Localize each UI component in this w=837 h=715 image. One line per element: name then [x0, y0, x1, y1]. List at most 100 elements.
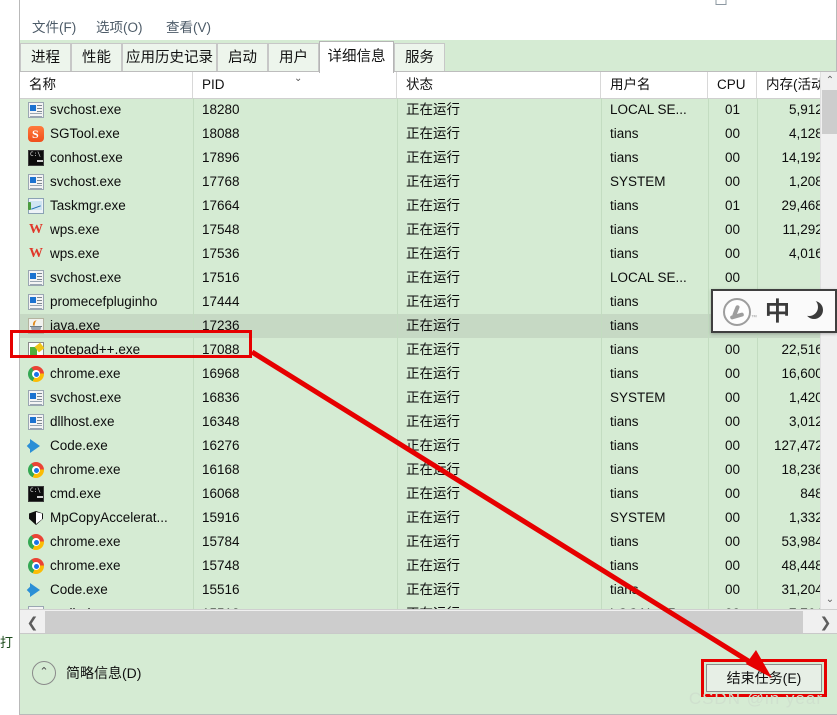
table-row[interactable]: Wwps.exe17548正在运行tians0011,292 |: [20, 218, 837, 242]
cell-cpu: 00: [708, 458, 757, 482]
table-row[interactable]: svchost.exe16836正在运行SYSTEM001,420 |: [20, 386, 837, 410]
cell-username: tians: [601, 434, 708, 458]
cell-cpu: 00: [708, 530, 757, 554]
cell-process-name: cmd.exe: [20, 482, 193, 506]
table-row[interactable]: chrome.exe16168正在运行tians0018,236 |: [20, 458, 837, 482]
cell-process-name: Code.exe: [20, 578, 193, 602]
menu-item-file[interactable]: 文件(F): [28, 17, 80, 38]
table-row[interactable]: MpCopyAccelerat...15916正在运行SYSTEM001,332…: [20, 506, 837, 530]
scroll-left-arrow-icon[interactable]: ❮: [20, 610, 45, 633]
table-row[interactable]: Code.exe15516正在运行tians0031,204 |: [20, 578, 837, 602]
horizontal-scrollbar[interactable]: ❮ ❯: [20, 609, 837, 633]
cell-pid: 15512: [193, 602, 397, 609]
cell-process-name: chrome.exe: [20, 554, 193, 578]
cell-cpu: 00: [708, 146, 757, 170]
cell-status: 正在运行: [397, 266, 601, 290]
minimize-button[interactable]: [652, 0, 698, 2]
column-header-cpu[interactable]: CPU: [708, 72, 757, 98]
tab-app-history[interactable]: 应用历史记录: [122, 43, 217, 72]
cell-username: SYSTEM: [601, 170, 708, 194]
ime-status-bar[interactable]: ™ 中: [711, 289, 837, 333]
tab-performance[interactable]: 性能: [71, 43, 122, 72]
cell-pid: 16836: [193, 386, 397, 410]
cell-status: 正在运行: [397, 98, 601, 122]
table-row[interactable]: SSGTool.exe18088正在运行tians004,128 |: [20, 122, 837, 146]
cell-cpu: 00: [708, 266, 757, 290]
cell-pid: 17236: [193, 314, 397, 338]
vertical-scrollbar-thumb[interactable]: [822, 90, 837, 134]
cell-process-name: SGTool.exe: [20, 122, 193, 146]
table-row[interactable]: audiodg.exe15512正在运行LOCAL SE...007,764 |: [20, 602, 837, 609]
cell-cpu: 00: [708, 218, 757, 242]
maximize-icon: [716, 0, 727, 5]
cell-username: SYSTEM: [601, 386, 708, 410]
table-row[interactable]: notepad++.exe17088正在运行tians0022,516 |: [20, 338, 837, 362]
cell-process-name: Code.exe: [20, 434, 193, 458]
cell-process-name: java.exe: [20, 314, 193, 338]
table-row[interactable]: C:\conhost.exe17896正在运行tians0014,192 |: [20, 146, 837, 170]
scroll-down-arrow-icon[interactable]: ⌄: [821, 591, 837, 609]
table-row[interactable]: Wwps.exe17536正在运行tians004,016 |: [20, 242, 837, 266]
tab-users[interactable]: 用户: [268, 43, 319, 72]
fewer-details-label: 简略信息(D): [66, 663, 141, 683]
desktop-left-text: 打: [0, 600, 14, 685]
table-row[interactable]: chrome.exe15748正在运行tians0048,448 |: [20, 554, 837, 578]
cell-pid: 16068: [193, 482, 397, 506]
cell-pid: 15916: [193, 506, 397, 530]
vertical-scrollbar[interactable]: ⌃ ⌄: [820, 72, 837, 633]
table-row[interactable]: svchost.exe17768正在运行SYSTEM001,208 |: [20, 170, 837, 194]
table-row[interactable]: Taskmgr.exe17664正在运行tians0129,468 |: [20, 194, 837, 218]
cell-status: 正在运行: [397, 362, 601, 386]
cell-username: tians: [601, 242, 708, 266]
cell-cpu: 00: [708, 410, 757, 434]
table-row[interactable]: C:\cmd.exe16068正在运行tians00848 |: [20, 482, 837, 506]
horizontal-scrollbar-thumb[interactable]: [45, 611, 803, 633]
scroll-up-arrow-icon[interactable]: ⌃: [821, 72, 837, 90]
end-task-button[interactable]: 结束任务(E): [706, 664, 822, 692]
sogou-logo-icon[interactable]: [723, 298, 751, 326]
collapse-button[interactable]: ⌃: [790, 0, 836, 2]
cell-cpu: 00: [708, 602, 757, 609]
menu-bar: 文件(F) 选项(O) 查看(V): [20, 16, 836, 40]
scroll-right-arrow-icon[interactable]: ❯: [813, 610, 837, 633]
cell-status: 正在运行: [397, 434, 601, 458]
cell-process-name: audiodg.exe: [20, 602, 193, 609]
cell-status: 正在运行: [397, 386, 601, 410]
cell-pid: 17896: [193, 146, 397, 170]
ime-mode-label[interactable]: 中: [765, 297, 790, 327]
menu-item-view[interactable]: 查看(V): [162, 17, 215, 38]
tab-processes[interactable]: 进程: [20, 43, 71, 72]
cell-status: 正在运行: [397, 290, 601, 314]
task-manager-window: 任务管理器 ⌃ 文件(F) 选项(O) 查看(V) 进程 性能 应用历史记录: [19, 0, 837, 715]
tab-services[interactable]: 服务: [394, 43, 445, 72]
cell-status: 正在运行: [397, 482, 601, 506]
tab-details[interactable]: 详细信息: [319, 41, 394, 73]
maximize-button[interactable]: [698, 0, 744, 2]
table-row[interactable]: svchost.exe17516正在运行LOCAL SE...00: [20, 266, 837, 290]
close-button[interactable]: [744, 0, 790, 2]
trademark-mark: ™: [751, 315, 757, 321]
column-header-status[interactable]: 状态: [397, 72, 601, 98]
column-header-username[interactable]: 用户名: [601, 72, 708, 98]
moon-icon[interactable]: [805, 301, 825, 321]
cell-pid: 17768: [193, 170, 397, 194]
table-row[interactable]: chrome.exe16968正在运行tians0016,600 |: [20, 362, 837, 386]
column-header-name[interactable]: 名称: [20, 72, 193, 98]
cell-cpu: 00: [708, 386, 757, 410]
cell-username: tians: [601, 458, 708, 482]
cell-username: tians: [601, 578, 708, 602]
cell-cpu: 00: [708, 578, 757, 602]
table-row[interactable]: dllhost.exe16348正在运行tians003,012 |: [20, 410, 837, 434]
cell-process-name: promecefpluginho: [20, 290, 193, 314]
cell-process-name: chrome.exe: [20, 362, 193, 386]
cell-pid: 18280: [193, 98, 397, 122]
cell-process-name: svchost.exe: [20, 98, 193, 122]
menu-item-options[interactable]: 选项(O): [92, 17, 147, 38]
column-separator: [397, 98, 398, 609]
table-row[interactable]: chrome.exe15784正在运行tians0053,984 |: [20, 530, 837, 554]
cell-process-name: dllhost.exe: [20, 410, 193, 434]
tab-startup[interactable]: 启动: [217, 43, 268, 72]
title-bar: 任务管理器 ⌃: [20, 0, 836, 16]
table-row[interactable]: Code.exe16276正在运行tians00127,472 |: [20, 434, 837, 458]
table-row[interactable]: svchost.exe18280正在运行LOCAL SE...015,912 |: [20, 98, 837, 122]
